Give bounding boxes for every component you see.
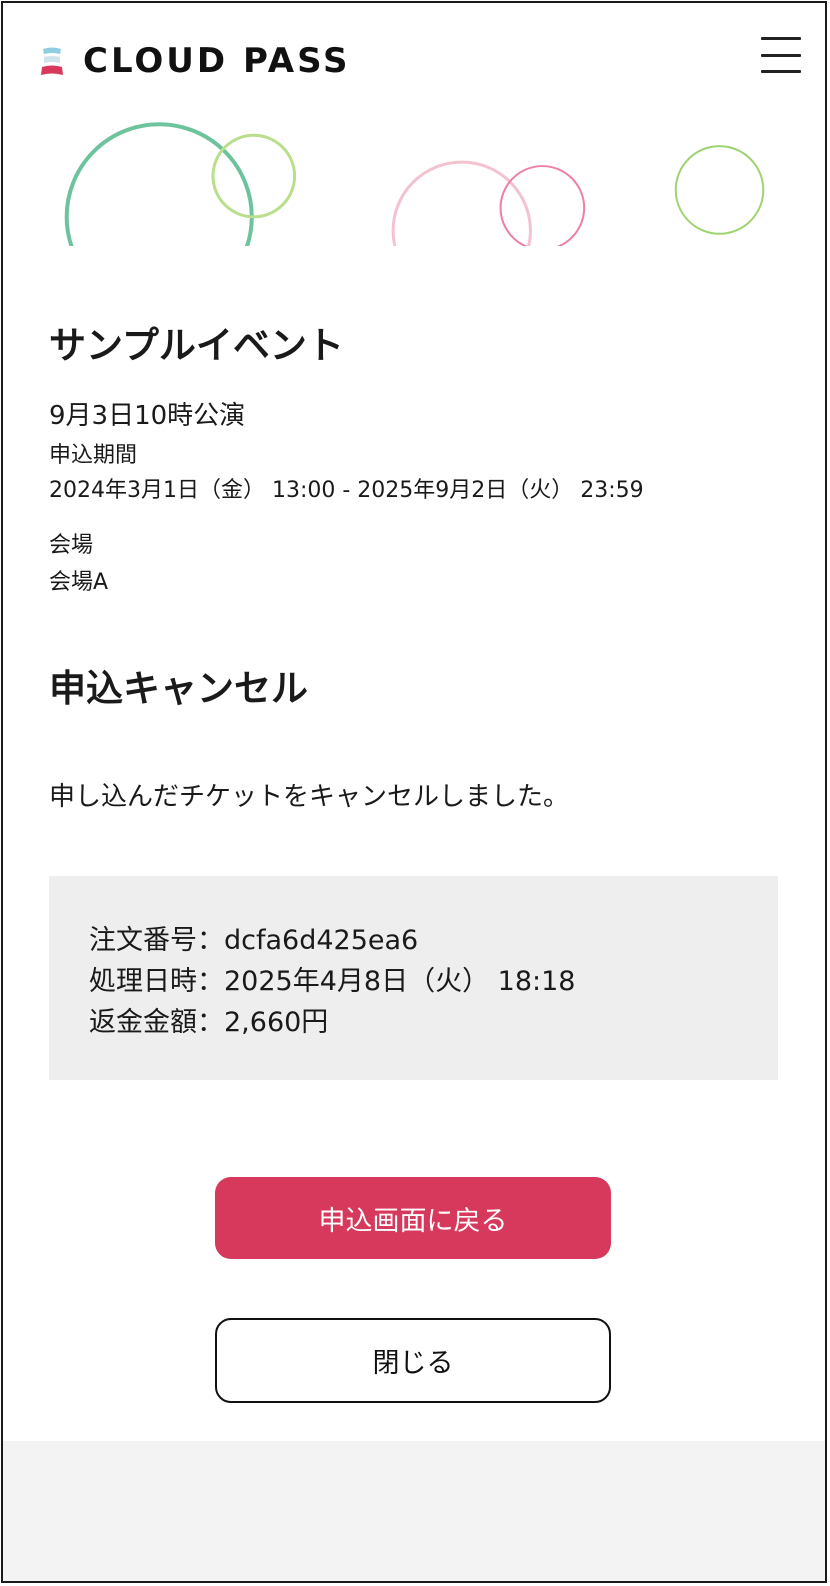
header: CLOUD PASS xyxy=(3,3,825,119)
hamburger-menu-icon[interactable] xyxy=(761,37,801,73)
cancel-section-title: 申込キャンセル xyxy=(49,667,308,710)
close-button[interactable]: 閉じる xyxy=(215,1318,611,1403)
processed-datetime: 処理日時：2025年4月8日（火） 18:18 xyxy=(89,966,576,997)
decor-circle-teal xyxy=(64,122,254,246)
decor-circle-pink xyxy=(499,165,586,246)
refund-amount: 返金金額：2,660円 xyxy=(89,1007,329,1038)
performance-name: 9月3日10時公演 xyxy=(49,401,246,431)
event-title: サンプルイベント xyxy=(49,324,344,367)
venue-label: 会場 xyxy=(49,533,94,558)
venue-value: 会場A xyxy=(49,570,109,595)
app-frame: CLOUD PASS サンプルイベント 9月3日10時公演 申込期間 2024年… xyxy=(1,1,827,1583)
decor-circle-green xyxy=(674,145,765,235)
cloud-pass-logo-icon xyxy=(41,47,63,75)
application-period-value: 2024年3月1日（金） 13:00 - 2025年9月2日（火） 23:59 xyxy=(49,478,644,503)
logo[interactable]: CLOUD PASS xyxy=(39,41,351,81)
application-period-label: 申込期間 xyxy=(49,443,138,468)
decor-circle-lime xyxy=(211,133,297,219)
logo-text: CLOUD PASS xyxy=(83,41,351,81)
cancel-details-box: 注文番号：dcfa6d425ea6 処理日時：2025年4月8日（火） 18:1… xyxy=(49,876,778,1080)
order-number: 注文番号：dcfa6d425ea6 xyxy=(89,925,419,956)
decorative-circles xyxy=(64,122,765,246)
back-to-application-button[interactable]: 申込画面に戻る xyxy=(215,1177,611,1259)
footer xyxy=(3,1441,825,1581)
cancel-confirmation-message: 申し込んだチケットをキャンセルしました。 xyxy=(49,782,570,812)
